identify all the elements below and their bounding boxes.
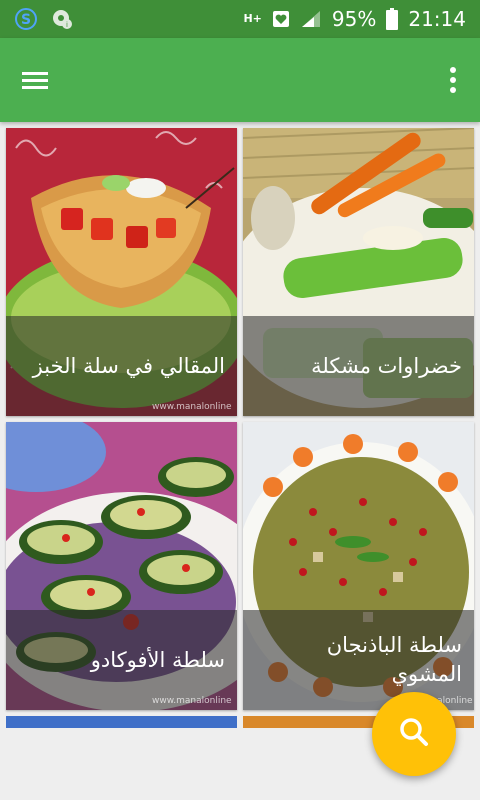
search-icon (396, 714, 432, 754)
recipe-caption: سلطة الباذنجان المشوي (243, 610, 474, 710)
recipe-card[interactable]: خضراوات مشكلة (243, 128, 474, 416)
svg-text:S: S (21, 12, 31, 28)
network-hplus-icon: H+ (243, 12, 262, 25)
network-type-label: H+ (243, 12, 262, 25)
signal-icon (300, 9, 322, 29)
more-vert-icon[interactable] (446, 62, 460, 98)
clock: 21:14 (408, 7, 466, 31)
recipe-caption: المقالي في سلة الخبز (6, 316, 237, 416)
recipe-card[interactable]: سلطة الباذنجان المشوي www.manalonline (243, 422, 474, 710)
recipe-card-partial[interactable] (6, 716, 237, 728)
status-bar: S i H+ 95% 21:14 (0, 0, 480, 38)
app-bar (0, 38, 480, 122)
svg-text:i: i (66, 21, 68, 29)
chrome-notification-icon: i (50, 7, 74, 31)
recipe-title: سلطة الأفوكادو (90, 647, 225, 672)
recipe-caption: خضراوات مشكلة (243, 316, 474, 416)
recipe-title: خضراوات مشكلة (311, 353, 462, 378)
recipe-card[interactable]: سلطة الأفوكادو www.manalonline (6, 422, 237, 710)
search-fab[interactable] (372, 692, 456, 776)
photo-watermark: www.manalonline (152, 402, 232, 412)
recipe-caption: سلطة الأفوكادو (6, 610, 237, 710)
recipe-title: المقالي في سلة الخبز (32, 353, 225, 378)
skype-icon: S (14, 7, 38, 31)
battery-percent: 95% (331, 7, 377, 31)
battery-icon (386, 8, 399, 30)
hamburger-menu-icon[interactable] (18, 64, 54, 96)
photo-watermark: www.manalonline (152, 696, 232, 706)
recipe-card[interactable]: المقالي في سلة الخبز www.manalonline (6, 128, 237, 416)
recipe-title: سلطة الباذنجان المشوي (326, 633, 462, 686)
heart-notification-icon (272, 10, 290, 28)
